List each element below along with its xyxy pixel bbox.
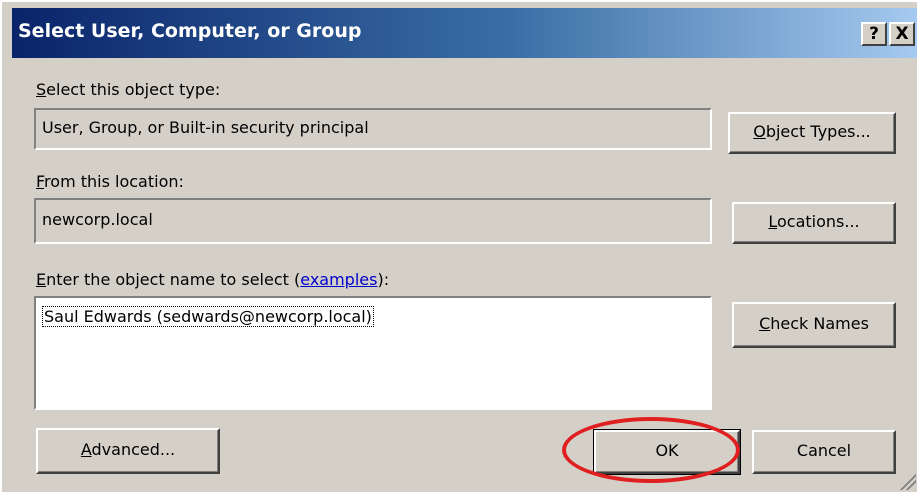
resolved-name: Saul Edwards (sedwards@newcorp.local)	[42, 306, 374, 327]
check-names-button[interactable]: Check Names	[732, 302, 896, 348]
check-names-button-accel: C	[759, 314, 771, 333]
locations-button-label: ocations...	[777, 212, 860, 231]
object-name-label: Enter the object name to select (example…	[36, 270, 389, 289]
select-user-dialog: Select User, Computer, or Group ? X Sele…	[0, 0, 917, 492]
cancel-button[interactable]: Cancel	[752, 430, 896, 474]
examples-link[interactable]: examples	[300, 270, 377, 289]
locations-button[interactable]: Locations...	[732, 202, 896, 244]
advanced-button-label: dvanced...	[91, 440, 176, 459]
object-type-label-text: elect this object type:	[46, 80, 221, 99]
title-bar[interactable]: Select User, Computer, or Group ? X	[12, 8, 917, 58]
object-name-label-accel: E	[36, 270, 47, 289]
location-field: newcorp.local	[34, 198, 712, 244]
ok-button[interactable]: OK	[593, 429, 741, 475]
object-type-label-accel: S	[36, 80, 47, 99]
object-name-label-end: ):	[377, 270, 390, 289]
object-type-field: User, Group, or Built-in security princi…	[34, 108, 712, 150]
location-label-text: rom this location:	[44, 172, 184, 191]
object-types-button[interactable]: Object Types...	[728, 112, 896, 154]
object-name-input[interactable]: Saul Edwards (sedwards@newcorp.local)	[34, 296, 712, 410]
location-label: From this location:	[36, 172, 184, 191]
window-title: Select User, Computer, or Group	[18, 20, 362, 42]
locations-button-accel: L	[768, 212, 777, 231]
object-type-label: Select this object type:	[36, 80, 220, 99]
check-names-button-label: heck Names	[770, 314, 869, 333]
advanced-button-accel: A	[80, 440, 92, 459]
location-label-accel: F	[36, 172, 45, 191]
advanced-button[interactable]: Advanced...	[36, 428, 220, 474]
help-button[interactable]: ?	[861, 22, 887, 46]
object-types-button-accel: O	[753, 122, 766, 141]
resize-grip-icon[interactable]	[898, 472, 916, 490]
close-button[interactable]: X	[889, 22, 915, 46]
object-name-label-text: nter the object name to select (	[46, 270, 301, 289]
object-types-button-label: bject Types...	[765, 122, 871, 141]
